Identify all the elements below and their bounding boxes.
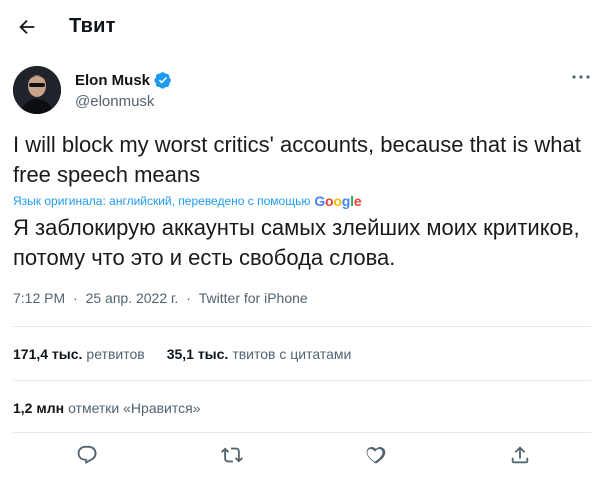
tweet-date[interactable]: 25 апр. 2022 г. bbox=[86, 290, 179, 306]
likes-label: отметки «Нравится» bbox=[68, 400, 201, 416]
arrow-left-icon bbox=[19, 19, 35, 35]
more-button[interactable] bbox=[569, 68, 593, 88]
tweet-source[interactable]: Twitter for iPhone bbox=[199, 290, 308, 306]
avatar[interactable] bbox=[13, 66, 61, 114]
tweet-author: Elon Musk @elonmusk bbox=[13, 66, 593, 118]
tweet-text: I will block my worst critics' accounts,… bbox=[13, 132, 581, 187]
divider bbox=[13, 380, 591, 381]
translation-note: Язык оригинала: английский, переведено с… bbox=[13, 193, 362, 209]
tweet-actions bbox=[0, 438, 604, 474]
share-icon bbox=[511, 446, 529, 464]
like-button[interactable] bbox=[362, 442, 388, 468]
divider bbox=[13, 432, 591, 433]
page-title: Твит bbox=[69, 15, 116, 37]
back-button[interactable] bbox=[10, 10, 44, 44]
likes-stat[interactable]: 1,2 млн отметки «Нравится» bbox=[13, 400, 201, 416]
share-button[interactable] bbox=[507, 442, 533, 468]
reply-button[interactable] bbox=[74, 442, 100, 468]
author-handle[interactable]: @elonmusk bbox=[75, 93, 154, 110]
translated-text: Я заблокирую аккаунты самых злейших моих… bbox=[13, 215, 580, 270]
heart-icon bbox=[366, 447, 386, 464]
divider bbox=[13, 326, 591, 327]
more-icon bbox=[572, 75, 590, 79]
quotes-label: твитов с цитатами bbox=[232, 346, 352, 362]
translation-note-text[interactable]: Язык оригинала: английский, переведено с… bbox=[13, 194, 310, 208]
retweet-icon bbox=[221, 447, 243, 463]
quotes-stat[interactable]: 35,1 тыс. твитов с цитатами bbox=[167, 346, 352, 362]
author-name[interactable]: Elon Musk bbox=[75, 72, 150, 89]
reply-icon bbox=[77, 445, 97, 464]
verified-badge-icon bbox=[154, 72, 171, 89]
likes-count: 1,2 млн bbox=[13, 400, 65, 416]
google-logo: Google bbox=[314, 193, 362, 209]
top-bar: Твит bbox=[0, 0, 604, 54]
retweets-stat[interactable]: 171,4 тыс. ретвитов bbox=[13, 346, 145, 362]
retweet-button[interactable] bbox=[219, 442, 245, 468]
likes-stats: 1,2 млн отметки «Нравится» bbox=[13, 400, 223, 416]
tweet-meta: 7:12 PM · 25 апр. 2022 г. · Twitter for … bbox=[13, 290, 308, 306]
engagement-stats: 171,4 тыс. ретвитов 35,1 тыс. твитов с ц… bbox=[13, 346, 373, 362]
retweets-count: 171,4 тыс. bbox=[13, 346, 83, 362]
retweets-label: ретвитов bbox=[86, 346, 145, 362]
tweet-time[interactable]: 7:12 PM bbox=[13, 290, 65, 306]
quotes-count: 35,1 тыс. bbox=[166, 346, 229, 362]
